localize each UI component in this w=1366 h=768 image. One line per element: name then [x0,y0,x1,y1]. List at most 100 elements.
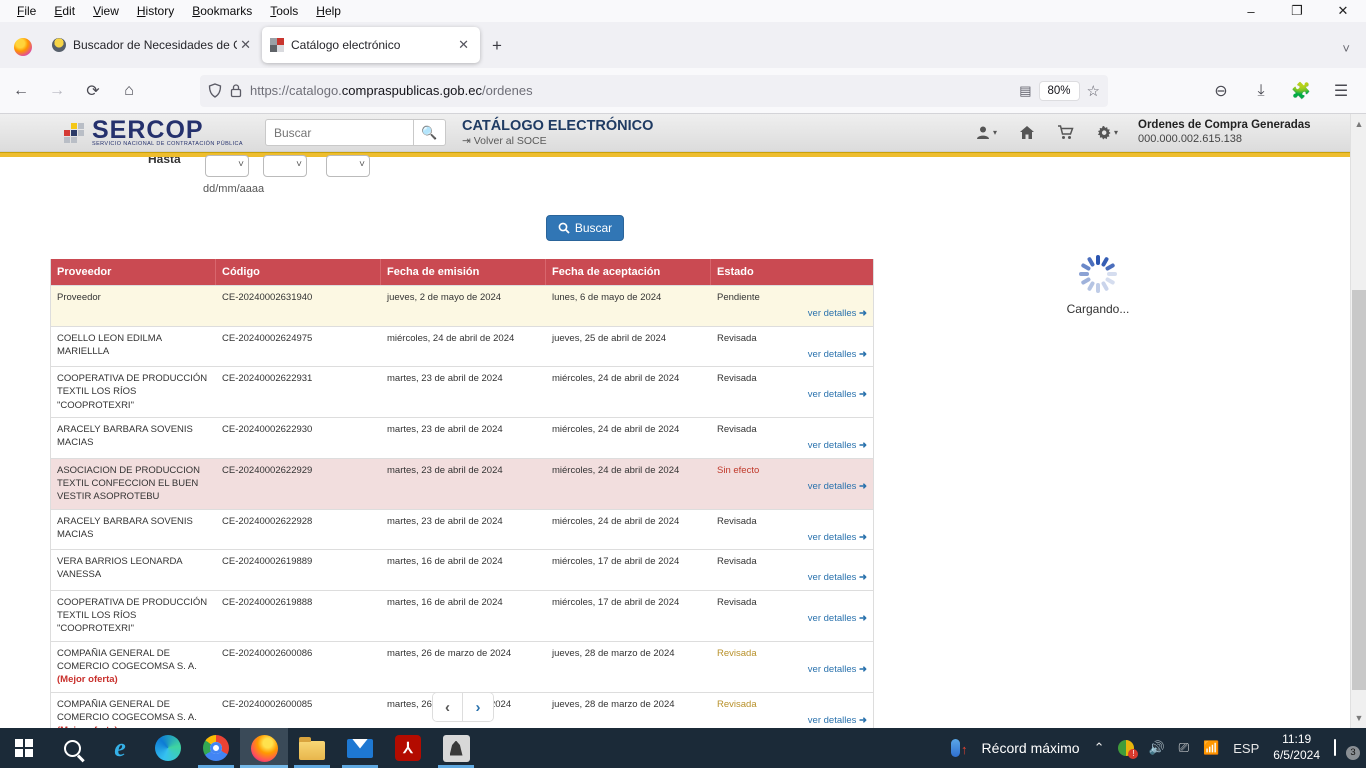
estado-value: Sin efecto [717,464,867,477]
back-icon[interactable]: ← [6,76,36,106]
header-search-input[interactable] [265,119,413,146]
reader-mode-icon[interactable]: ▤ [1019,83,1031,99]
tab-close-icon[interactable]: ✕ [237,37,254,53]
cast-icon[interactable]: ⎚ [1179,740,1189,756]
weather-headline[interactable]: Récord máximo [982,740,1080,756]
buscar-button[interactable]: Buscar [546,215,624,241]
shield-icon[interactable] [208,83,222,98]
table-row: ASOCIACION DE PRODUCCION TEXTIL CONFECCI… [51,458,873,509]
ver-detalles-link[interactable]: ver detalles ➜ [808,663,867,676]
pocket-icon[interactable]: ⊖ [1206,76,1236,106]
minimize-button[interactable]: – [1228,0,1274,22]
notification-center-icon[interactable]: 3 [1334,740,1354,756]
clock[interactable]: 11:19 6/5/2024 [1273,732,1320,763]
list-all-tabs-icon[interactable]: ˅ [1342,41,1366,56]
ver-detalles-link[interactable]: ver detalles ➜ [808,714,867,727]
cell-estado: Revisada ver detalles ➜ [711,327,873,367]
scroll-down-icon[interactable]: ▼ [1351,710,1366,726]
restore-button[interactable]: ❐ [1274,0,1320,22]
zoom-level-badge[interactable]: 80% [1040,82,1079,100]
new-tab-button[interactable]: + [480,36,514,56]
menu-help[interactable]: Help [309,2,348,20]
cell-proveedor: COMPAÑIA GENERAL DE COMERCIO COGECOMSA S… [51,642,216,692]
cell-fecha-aceptacion: miércoles, 24 de abril de 2024 [546,418,711,458]
acrobat-button[interactable]: ⅄ [384,728,432,768]
loading-text: Cargando... [1048,302,1148,316]
user-icon[interactable]: ▾ [975,125,997,140]
firefox-button[interactable] [240,728,288,768]
year-select[interactable] [326,155,370,177]
ver-detalles-link[interactable]: ver detalles ➜ [808,531,867,544]
forward-icon[interactable]: → [42,76,72,106]
ver-detalles-link[interactable]: ver detalles ➜ [808,571,867,584]
tab-buscador-necesidades[interactable]: Buscador de Necesidades de Co ✕ [44,27,262,63]
scrollbar-thumb[interactable] [1352,290,1366,690]
bookmark-star-icon[interactable]: ☆ [1087,82,1100,100]
header-search-button[interactable]: 🔍 [413,119,446,146]
url-text[interactable]: https://catalogo.compraspublicas.gob.ec/… [250,83,1019,98]
column-header: Estado [711,259,873,285]
header-icons: ▾ ▾ [975,125,1118,140]
downloads-icon[interactable]: ⤓ [1246,76,1276,106]
ver-detalles-link[interactable]: ver detalles ➜ [808,348,867,361]
ver-detalles-link[interactable]: ver detalles ➜ [808,388,867,401]
cell-codigo: CE-20240002624975 [216,327,381,367]
menu-view[interactable]: View [86,2,126,20]
next-page-icon[interactable]: › [463,693,493,721]
cell-codigo: CE-20240002600086 [216,642,381,692]
menu-file[interactable]: File [10,2,43,20]
volver-al-soce-link[interactable]: ⇥ Volver al SOCE [462,135,653,147]
java-app-button[interactable] [432,728,480,768]
cell-codigo: CE-20240002600085 [216,693,381,728]
cell-fecha-emision: martes, 26 de marzo de 2024 [381,642,546,692]
prev-page-icon[interactable]: ‹ [433,693,463,721]
month-select[interactable] [263,155,307,177]
language-indicator[interactable]: ESP [1233,741,1259,756]
date: 6/5/2024 [1273,748,1320,764]
ver-detalles-link[interactable]: ver detalles ➜ [808,612,867,625]
column-header: Fecha de emisión [381,259,546,285]
wifi-icon[interactable]: 📶 [1203,740,1219,756]
logo-title: SERCOP [92,119,243,141]
cart-icon[interactable] [1057,125,1074,140]
cell-fecha-aceptacion: miércoles, 17 de abril de 2024 [546,550,711,590]
scroll-up-icon[interactable]: ▲ [1351,116,1366,132]
menu-edit[interactable]: Edit [47,2,82,20]
internet-explorer-button[interactable]: e [96,728,144,768]
volume-icon[interactable]: 🔊 [1148,740,1164,756]
tab-close-icon[interactable]: ✕ [455,37,472,53]
cell-proveedor: ARACELY BARBARA SOVENIS MACIAS [51,418,216,458]
gear-icon[interactable]: ▾ [1096,125,1118,140]
home-icon[interactable]: ⌂ [114,76,144,106]
estado-value: Revisada [717,423,867,436]
sercop-logo[interactable]: SERCOP SERVICIO NACIONAL DE CONTRATACIÓN… [64,119,243,147]
mail-button[interactable] [336,728,384,768]
edge-button[interactable] [144,728,192,768]
home-icon[interactable] [1019,125,1035,140]
ver-detalles-link[interactable]: ver detalles ➜ [808,307,867,320]
file-explorer-button[interactable] [288,728,336,768]
extensions-puzzle-icon[interactable]: 🧩 [1286,76,1316,106]
ver-detalles-link[interactable]: ver detalles ➜ [808,439,867,452]
lock-icon[interactable] [230,83,242,98]
taskbar-search-button[interactable] [48,728,96,768]
tray-expand-icon[interactable]: ⌃ [1094,740,1105,756]
pagination: ‹ › [432,692,494,722]
antivirus-alert-icon[interactable] [1118,740,1134,756]
url-bar[interactable]: https://catalogo.compraspublicas.gob.ec/… [200,75,1108,107]
page-scrollbar[interactable]: ▲ ▼ [1350,114,1366,728]
day-select[interactable] [205,155,249,177]
cell-estado: Revisada ver detalles ➜ [711,418,873,458]
ver-detalles-link[interactable]: ver detalles ➜ [808,480,867,493]
tab-catalogo-electronico[interactable]: Catálogo electrónico ✕ [262,27,480,63]
cell-proveedor: COMPAÑIA GENERAL DE COMERCIO COGECOMSA S… [51,693,216,728]
menu-tools[interactable]: Tools [263,2,305,20]
temperature-icon[interactable]: ↑ [951,739,968,757]
close-button[interactable]: ✕ [1320,0,1366,22]
hamburger-menu-icon[interactable]: ☰ [1326,76,1356,106]
start-button[interactable] [0,728,48,768]
chrome-button[interactable] [192,728,240,768]
menu-bookmarks[interactable]: Bookmarks [185,2,259,20]
menu-history[interactable]: History [130,2,181,20]
reload-icon[interactable]: ⟳ [78,76,108,106]
